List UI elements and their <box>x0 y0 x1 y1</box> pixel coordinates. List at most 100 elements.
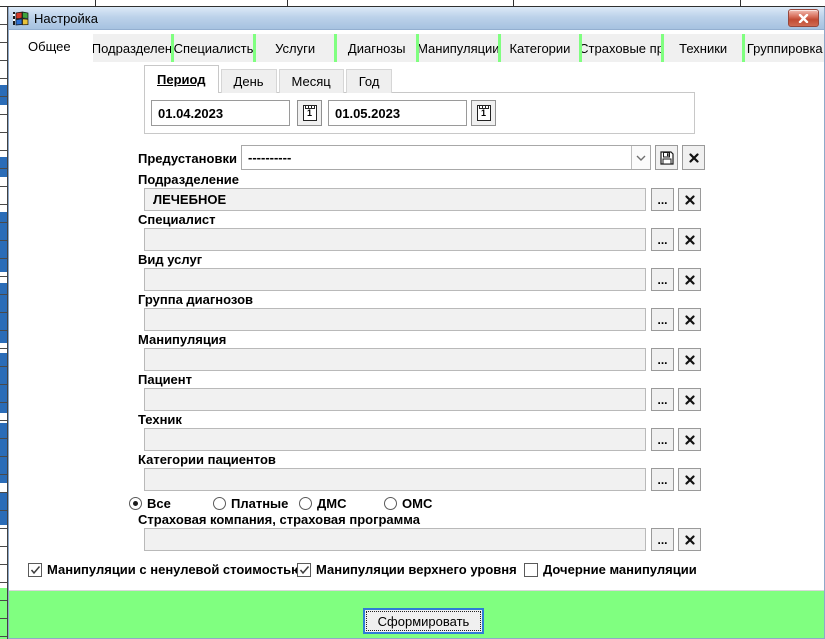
checkbox-icon <box>297 563 311 577</box>
tab-obschee[interactable]: Общее <box>9 30 90 62</box>
browse-button[interactable]: ... <box>651 428 674 451</box>
presets-save-button[interactable] <box>655 145 678 170</box>
radio-icon <box>384 497 397 510</box>
clear-x-icon <box>685 275 695 285</box>
browse-button[interactable]: ... <box>651 468 674 491</box>
date-to-input[interactable] <box>328 100 467 126</box>
filter-field-podrazdelenie[interactable]: ЛЕЧЕБНОЕ <box>144 188 646 211</box>
presets-combo-value: ---------- <box>242 150 631 165</box>
presets-label: Предустановки <box>138 151 237 166</box>
presets-combo[interactable]: ---------- <box>241 145 651 170</box>
browse-button[interactable]: ... <box>651 528 674 551</box>
presets-clear-button[interactable] <box>682 145 705 170</box>
app-window-icon <box>13 11 29 26</box>
insurance-label: Страховая компания, страховая программа <box>138 512 420 527</box>
radio-vse[interactable]: Все <box>129 496 171 511</box>
clear-button[interactable] <box>678 528 701 551</box>
browse-button[interactable]: ... <box>651 308 674 331</box>
clear-button[interactable] <box>678 308 701 331</box>
subtab-period[interactable]: Период <box>144 65 219 93</box>
radio-label: ДМС <box>317 496 346 511</box>
clear-button[interactable] <box>678 268 701 291</box>
check-mark-icon <box>299 565 310 575</box>
tab-specialisty[interactable]: Специалисть <box>174 34 253 62</box>
browse-button[interactable]: ... <box>651 388 674 411</box>
check-mark-icon <box>30 565 41 575</box>
main-tab-bar: Общее Подразделен Специалисть Услуги Диа… <box>9 30 824 62</box>
filter-label: Группа диагнозов <box>138 292 253 307</box>
tab-uslugi[interactable]: Услуги <box>256 34 335 62</box>
filter-label: Вид услуг <box>138 252 202 267</box>
filter-label: Категории пациентов <box>138 452 276 467</box>
browse-button[interactable]: ... <box>651 228 674 251</box>
clear-x-icon <box>685 395 695 405</box>
filter-label: Манипуляция <box>138 332 226 347</box>
radio-platnye[interactable]: Платные <box>213 496 288 511</box>
radio-oms[interactable]: ОМС <box>384 496 432 511</box>
checkbox-nenulevaya-stoimost[interactable]: Манипуляции с ненулевой стоимостью <box>28 562 302 577</box>
radio-icon <box>129 497 142 510</box>
clear-button[interactable] <box>678 388 701 411</box>
checkbox-verhnego-urovnya[interactable]: Манипуляции верхнего уровня <box>297 562 517 577</box>
radio-label: Платные <box>231 496 288 511</box>
clear-button[interactable] <box>678 428 701 451</box>
tab-kategorii[interactable]: Категории <box>501 34 580 62</box>
tab-content-obschee: Период День Месяц Год 1 1 Предустановки … <box>9 62 824 590</box>
date-from-input[interactable] <box>151 100 290 126</box>
submit-button[interactable]: Сформировать <box>363 608 484 634</box>
subtab-mesyac[interactable]: Месяц <box>279 69 344 93</box>
filter-label: Подразделение <box>138 172 239 187</box>
radio-label: Все <box>147 496 171 511</box>
filter-label: Техник <box>138 412 182 427</box>
filter-field-tehnik[interactable] <box>144 428 646 451</box>
radio-dms[interactable]: ДМС <box>299 496 346 511</box>
background-list-strip <box>0 7 8 639</box>
subtab-den[interactable]: День <box>221 69 277 93</box>
filter-field-pacient[interactable] <box>144 388 646 411</box>
clear-x-icon <box>685 315 695 325</box>
date-to-calendar-button[interactable]: 1 <box>471 100 496 126</box>
clear-x-icon <box>685 535 695 545</box>
filter-field-specialist[interactable] <box>144 228 646 251</box>
clear-button[interactable] <box>678 188 701 211</box>
close-icon <box>798 14 809 23</box>
browse-button[interactable]: ... <box>651 348 674 371</box>
checkbox-dochernie[interactable]: Дочерние манипуляции <box>524 562 697 577</box>
tab-manipulyacii[interactable]: Манипуляции <box>419 34 498 62</box>
clear-x-icon <box>685 235 695 245</box>
radio-icon <box>299 497 312 510</box>
clear-button[interactable] <box>678 348 701 371</box>
close-button[interactable] <box>788 9 819 27</box>
tab-podrazdeleniya[interactable]: Подразделен <box>93 34 172 62</box>
date-from-calendar-button[interactable]: 1 <box>297 100 322 126</box>
filter-field-vid-uslug[interactable] <box>144 268 646 291</box>
tab-gruppirovka[interactable]: Группировка <box>745 34 824 62</box>
insurance-field[interactable] <box>144 528 646 551</box>
clear-x-icon <box>685 475 695 485</box>
save-floppy-icon <box>660 151 674 165</box>
settings-dialog: Настройка Общее Подразделен Специалисть … <box>8 7 825 639</box>
filter-field-gruppa-diagnozov[interactable] <box>144 308 646 331</box>
checkbox-label: Манипуляции верхнего уровня <box>316 562 517 577</box>
browse-button[interactable]: ... <box>651 188 674 211</box>
titlebar[interactable]: Настройка <box>9 7 824 30</box>
filter-label: Специалист <box>138 212 216 227</box>
clear-x-icon <box>685 435 695 445</box>
subtab-god[interactable]: Год <box>346 69 393 93</box>
presets-combo-arrow[interactable] <box>631 146 650 169</box>
filter-field-manipulyaciya[interactable] <box>144 348 646 371</box>
radio-label: ОМС <box>402 496 432 511</box>
tab-diagnozy[interactable]: Диагнозы <box>337 34 416 62</box>
clear-button[interactable] <box>678 468 701 491</box>
tab-tehniki[interactable]: Техники <box>664 34 743 62</box>
clear-x-icon <box>689 153 699 163</box>
checkbox-label: Дочерние манипуляции <box>543 562 697 577</box>
tab-strahovye[interactable]: Страховые пр <box>582 34 661 62</box>
checkbox-icon <box>28 563 42 577</box>
window-title: Настройка <box>34 11 98 26</box>
checkbox-label: Манипуляции с ненулевой стоимостью <box>47 562 302 577</box>
filter-field-kategorii-pacientov[interactable] <box>144 468 646 491</box>
checkbox-icon <box>524 563 538 577</box>
browse-button[interactable]: ... <box>651 268 674 291</box>
clear-button[interactable] <box>678 228 701 251</box>
